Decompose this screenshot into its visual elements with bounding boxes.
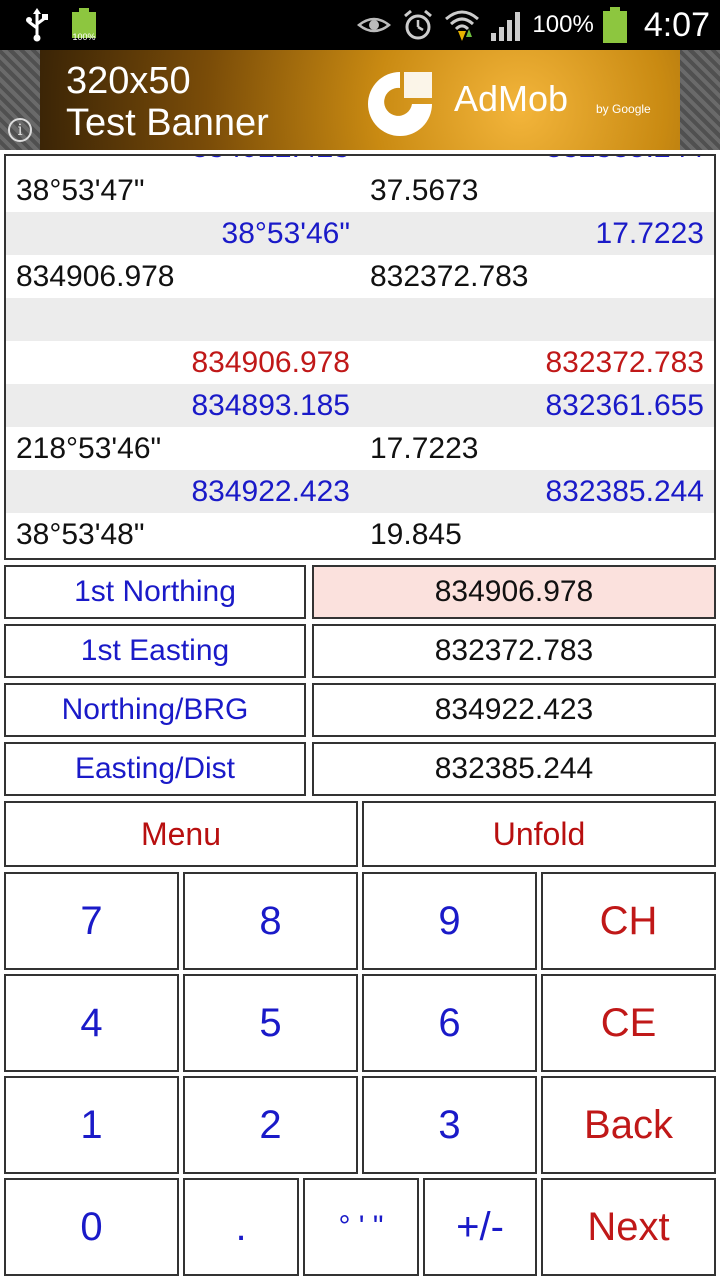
battery-icon: 100% [70, 8, 98, 42]
history-left-value: 38°53'48" [16, 518, 145, 551]
status-bar: 100% 100% 4:07 [0, 0, 720, 50]
key-5-button[interactable]: 5 [183, 974, 358, 1072]
unfold-button[interactable]: Unfold [362, 801, 716, 867]
history-row[interactable]: 834893.185 832361.655 [6, 384, 714, 427]
small-battery-text: 100% [72, 32, 96, 42]
key-9-button[interactable]: 9 [362, 872, 537, 970]
key-2-button[interactable]: 2 [183, 1076, 358, 1174]
history-right-value: 832372.783 [370, 260, 529, 293]
history-row[interactable]: 834922.423 832385.244 [6, 156, 714, 169]
easting-dist-row: Easting/Dist 832385.244 [4, 742, 716, 796]
next-button[interactable]: Next [541, 1178, 716, 1276]
first-northing-field[interactable]: 834906.978 [312, 565, 716, 619]
history-left-value: 38°53'46" [221, 217, 350, 250]
easting-dist-field[interactable]: 832385.244 [312, 742, 716, 796]
first-easting-field[interactable]: 832372.783 [312, 624, 716, 678]
usb-icon [22, 8, 52, 42]
key-0-button[interactable]: 0 [4, 1178, 179, 1276]
eye-icon [356, 7, 392, 43]
northing-brg-field[interactable]: 834922.423 [312, 683, 716, 737]
decimal-point-button[interactable]: . [183, 1178, 299, 1276]
history-row[interactable]: 38°53'46" 17.7223 [6, 212, 714, 255]
history-list[interactable]: 834922.423832385.24438°53'47"37.567338°5… [4, 154, 716, 560]
history-left-value: 834922.423 [191, 475, 351, 508]
ad-size-text: 320x50 [66, 60, 191, 102]
history-row[interactable] [6, 298, 714, 341]
clear-history-button[interactable]: CH [541, 872, 716, 970]
history-left-value: 834893.185 [191, 389, 351, 422]
history-right-value: 37.5673 [370, 174, 479, 207]
history-row[interactable]: 834906.978 832372.783 [6, 255, 714, 298]
history-right-value: 832385.244 [545, 475, 705, 508]
ad-title-text: Test Banner [66, 102, 269, 144]
degree-minute-second-button[interactable]: ° ' " [303, 1178, 419, 1276]
key-8-button[interactable]: 8 [183, 872, 358, 970]
plus-minus-button[interactable]: +/- [423, 1178, 537, 1276]
history-left-value: 834906.978 [16, 260, 175, 293]
info-icon[interactable]: i [8, 118, 32, 142]
history-row[interactable]: 834906.978 832372.783 [6, 341, 714, 384]
history-row[interactable]: 218°53'46" 17.7223 [6, 427, 714, 470]
history-right-value: 17.7223 [595, 217, 704, 250]
ad-banner[interactable]: i 320x50 Test Banner AdMob by Google [0, 50, 720, 150]
history-left-value: 218°53'46" [16, 432, 162, 465]
history-right-value: 832361.655 [545, 389, 705, 422]
back-button[interactable]: Back [541, 1076, 716, 1174]
history-row[interactable]: 38°53'47" 37.5673 [6, 169, 714, 212]
first-northing-row: 1st Northing 834906.978 [4, 565, 716, 619]
key-7-button[interactable]: 7 [4, 872, 179, 970]
history-right-value: 832385.244 [546, 156, 705, 169]
history-left-value: 834922.423 [192, 156, 351, 169]
menu-button[interactable]: Menu [4, 801, 358, 867]
first-easting-row: 1st Easting 832372.783 [4, 624, 716, 678]
history-right-value: 19.845 [370, 518, 462, 551]
key-1-button[interactable]: 1 [4, 1076, 179, 1174]
key-4-button[interactable]: 4 [4, 974, 179, 1072]
ad-brand-text: AdMob [454, 78, 569, 119]
alarm-icon [400, 7, 436, 43]
key-3-button[interactable]: 3 [362, 1076, 537, 1174]
northing-brg-label[interactable]: Northing/BRG [4, 683, 306, 737]
first-easting-label[interactable]: 1st Easting [4, 624, 306, 678]
history-left-value: 834906.978 [191, 346, 351, 379]
key-6-button[interactable]: 6 [362, 974, 537, 1072]
history-right-value: 17.7223 [370, 432, 479, 465]
history-row[interactable]: 38°53'48" 19.845 [6, 513, 714, 556]
clock: 4:07 [643, 5, 710, 44]
history-row[interactable]: 834922.423 832385.244 [6, 470, 714, 513]
history-left-value: 38°53'47" [16, 174, 145, 207]
easting-dist-label[interactable]: Easting/Dist [4, 742, 306, 796]
history-right-value: 832372.783 [545, 346, 705, 379]
clear-entry-button[interactable]: CE [541, 974, 716, 1072]
battery-percent: 100% [532, 11, 594, 38]
northing-brg-row: Northing/BRG 834922.423 [4, 683, 716, 737]
admob-logo-icon [360, 68, 440, 138]
signal-icon [488, 7, 524, 43]
wifi-icon [444, 7, 480, 43]
first-northing-label[interactable]: 1st Northing [4, 565, 306, 619]
ad-by-text: by Google [596, 102, 651, 116]
battery-icon [602, 7, 628, 43]
